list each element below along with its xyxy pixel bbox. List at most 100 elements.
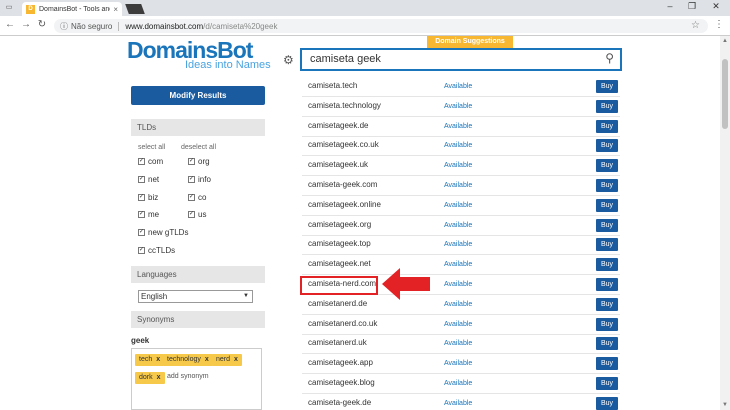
tld-checkbox-net[interactable]: ✓ net <box>138 175 159 184</box>
reload-icon[interactable]: ↻ <box>36 19 48 30</box>
modify-results-button[interactable]: Modify Results <box>131 86 265 105</box>
search-input[interactable]: camiseta geek ⚲ <box>300 48 622 71</box>
scroll-up-icon[interactable]: ▲ <box>720 38 730 44</box>
tld-checkbox-co[interactable]: ✓ co <box>188 193 206 202</box>
tld-label: org <box>198 157 210 166</box>
tlds-header: TLDs <box>131 119 265 136</box>
new-tab-button[interactable] <box>125 4 145 14</box>
buy-button[interactable]: Buy <box>596 278 618 291</box>
buy-button[interactable]: Buy <box>596 179 618 192</box>
synonym-word: geek <box>131 336 150 345</box>
buy-button[interactable]: Buy <box>596 198 618 212</box>
select-all-link[interactable]: select all <box>138 144 165 151</box>
domain-name[interactable]: camisetanerd.uk <box>308 338 367 347</box>
domainsbot-logo[interactable]: DomainsBot Ideas into Names <box>127 38 271 71</box>
forward-icon[interactable]: → <box>20 19 32 30</box>
buy-button[interactable]: Buy <box>596 317 618 331</box>
tld-checkbox-org[interactable]: ✓ org <box>188 157 210 166</box>
result-row: camisetageek.online Available Buy <box>302 196 620 216</box>
tld-label: info <box>198 175 211 184</box>
domain-name[interactable]: camisetageek.org <box>308 220 371 229</box>
browser-menu-icon[interactable]: ⋮ <box>714 19 724 30</box>
buy-button[interactable]: Buy <box>596 80 618 93</box>
buy-button[interactable]: Buy <box>596 159 618 173</box>
domain-name[interactable]: camisetageek.uk <box>308 160 368 169</box>
tld-checkbox-info[interactable]: ✓ info <box>188 175 211 184</box>
remove-tag-icon[interactable]: x <box>205 356 209 363</box>
language-select[interactable]: English ▼ <box>138 290 253 303</box>
page-content: DomainsBot Ideas into Names Modify Resul… <box>0 36 730 410</box>
address-bar[interactable]: ⓘ Não seguro www.domainsbot.com/d/camise… <box>54 19 708 33</box>
buy-button[interactable]: Buy <box>596 218 618 232</box>
checkbox-checked-icon: ✓ <box>138 176 145 183</box>
buy-button[interactable]: Buy <box>596 297 618 311</box>
red-arrow-annotation <box>382 268 430 300</box>
checkbox-checked-icon: ✓ <box>188 194 195 201</box>
synonym-tag[interactable]: nerd x <box>212 354 242 366</box>
search-icon[interactable]: ⚲ <box>605 49 614 68</box>
availability-status: Available <box>444 221 473 229</box>
domain-name[interactable]: camisetanerd.de <box>308 299 367 308</box>
domain-name[interactable]: camiseta.tech <box>308 81 357 90</box>
remove-tag-icon[interactable]: x <box>157 374 161 381</box>
tld-label: new gTLDs <box>148 228 189 237</box>
scroll-down-icon[interactable]: ▼ <box>720 402 730 408</box>
domain-name[interactable]: camisetageek.online <box>308 200 381 209</box>
buy-button[interactable]: Buy <box>596 377 618 390</box>
info-icon[interactable]: ⓘ <box>60 21 68 32</box>
domain-name[interactable]: camisetageek.top <box>308 239 371 248</box>
synonym-tag[interactable]: dork x <box>135 372 165 384</box>
buy-button[interactable]: Buy <box>596 337 618 351</box>
remove-tag-icon[interactable]: x <box>156 356 160 363</box>
deselect-all-link[interactable]: deselect all <box>181 144 216 151</box>
domain-name[interactable]: camisetageek.de <box>308 121 368 130</box>
synonym-tag-label: technology <box>167 356 201 363</box>
remove-tag-icon[interactable]: x <box>234 356 238 363</box>
availability-status: Available <box>444 142 473 150</box>
add-synonym-input[interactable]: add synonym <box>167 373 209 380</box>
result-row: camisetageek.org Available Buy <box>302 216 620 236</box>
tld-checkbox-com[interactable]: ✓ com <box>138 157 163 166</box>
availability-status: Available <box>444 320 473 328</box>
domain-name[interactable]: camisetageek.blog <box>308 378 375 387</box>
tab-domain-suggestions[interactable]: Domain Suggestions <box>427 36 513 48</box>
restore-icon[interactable]: ❐ <box>684 1 700 12</box>
scrollbar-thumb[interactable] <box>722 59 728 129</box>
tld-label: me <box>148 210 160 219</box>
domain-name[interactable]: camisetanerd.co.uk <box>308 319 377 328</box>
tld-label: co <box>198 193 207 202</box>
scrollbar[interactable]: ▲ ▼ <box>720 36 730 410</box>
domain-name[interactable]: camisetageek.co.uk <box>308 140 379 149</box>
tld-checkbox-me[interactable]: ✓ me <box>138 210 159 219</box>
checkbox-checked-icon: ✓ <box>138 229 145 236</box>
buy-button[interactable]: Buy <box>596 119 618 133</box>
minimize-icon[interactable]: – <box>662 1 678 11</box>
tld-checkbox-biz[interactable]: ✓ biz <box>138 193 158 202</box>
close-window-icon[interactable]: ✕ <box>708 1 724 12</box>
domain-name[interactable]: camiseta-geek.de <box>308 398 371 407</box>
tld-checkbox-us[interactable]: ✓ us <box>188 210 206 219</box>
browser-tab[interactable]: D DomainsBot - Tools and d × <box>22 2 122 16</box>
tld-checkbox-new-gtlds[interactable]: ✓ new gTLDs <box>138 228 188 237</box>
synonym-tag[interactable]: technology x <box>163 354 213 366</box>
bookmark-star-icon[interactable]: ☆ <box>691 20 700 31</box>
synonym-tag-box[interactable]: tech x technology x nerd x dork x add synony… <box>131 348 262 410</box>
result-row: camisetageek.net Available Buy <box>302 255 620 276</box>
window-menu-icon[interactable]: ▭ <box>3 2 15 14</box>
checkbox-checked-icon: ✓ <box>188 176 195 183</box>
tld-checkbox-cctlds[interactable]: ✓ ccTLDs <box>138 246 175 255</box>
buy-button[interactable]: Buy <box>596 258 618 272</box>
domain-name[interactable]: camiseta-geek.com <box>308 180 377 189</box>
buy-button[interactable]: Buy <box>596 357 618 371</box>
buy-button[interactable]: Buy <box>596 396 618 410</box>
buy-button[interactable]: Buy <box>596 99 618 113</box>
gear-icon[interactable]: ⚙ <box>283 53 294 67</box>
back-icon[interactable]: ← <box>4 19 16 30</box>
domain-name[interactable]: camiseta.technology <box>308 101 381 110</box>
domain-name[interactable]: camisetageek.net <box>308 259 371 268</box>
domain-name[interactable]: camisetageek.app <box>308 358 373 367</box>
tab-close-icon[interactable]: × <box>113 5 118 14</box>
buy-button[interactable]: Buy <box>596 139 618 153</box>
synonym-tag[interactable]: tech x <box>135 354 165 366</box>
buy-button[interactable]: Buy <box>596 238 618 252</box>
